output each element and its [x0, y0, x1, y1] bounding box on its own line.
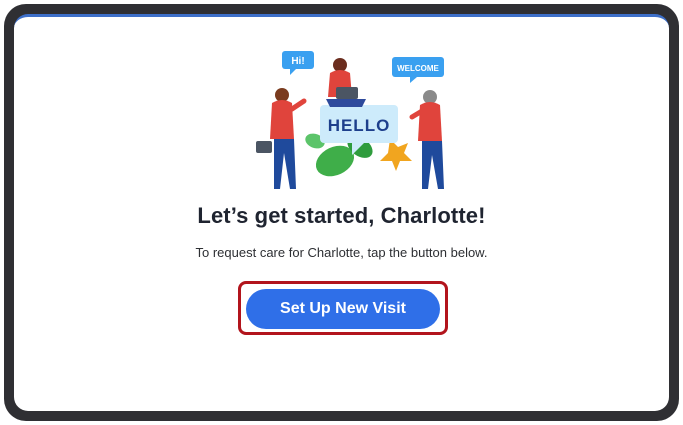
hi-speech-bubble: Hi!: [282, 51, 314, 75]
hi-bubble-text: Hi!: [291, 56, 304, 67]
welcome-speech-bubble: WELCOME: [392, 57, 444, 83]
man-with-briefcase-figure: [256, 88, 307, 189]
woman-with-phone-figure: [409, 90, 444, 189]
woman-with-laptop-figure: [326, 58, 366, 107]
people-greeting-illustration-icon: Hi! WELCOME HELLO: [256, 51, 444, 189]
app-screen: Hi! WELCOME HELLO Let’s get started, Cha…: [14, 14, 669, 411]
page-title: Let’s get started, Charlotte!: [197, 203, 486, 228]
hello-bubble-text: HELLO: [328, 116, 391, 135]
device-frame: Hi! WELCOME HELLO Let’s get started, Cha…: [4, 4, 679, 421]
page-subtitle: To request care for Charlotte, tap the b…: [195, 245, 488, 260]
set-up-new-visit-button[interactable]: Set Up New Visit: [246, 289, 440, 329]
welcome-bubble-text: WELCOME: [397, 64, 439, 73]
